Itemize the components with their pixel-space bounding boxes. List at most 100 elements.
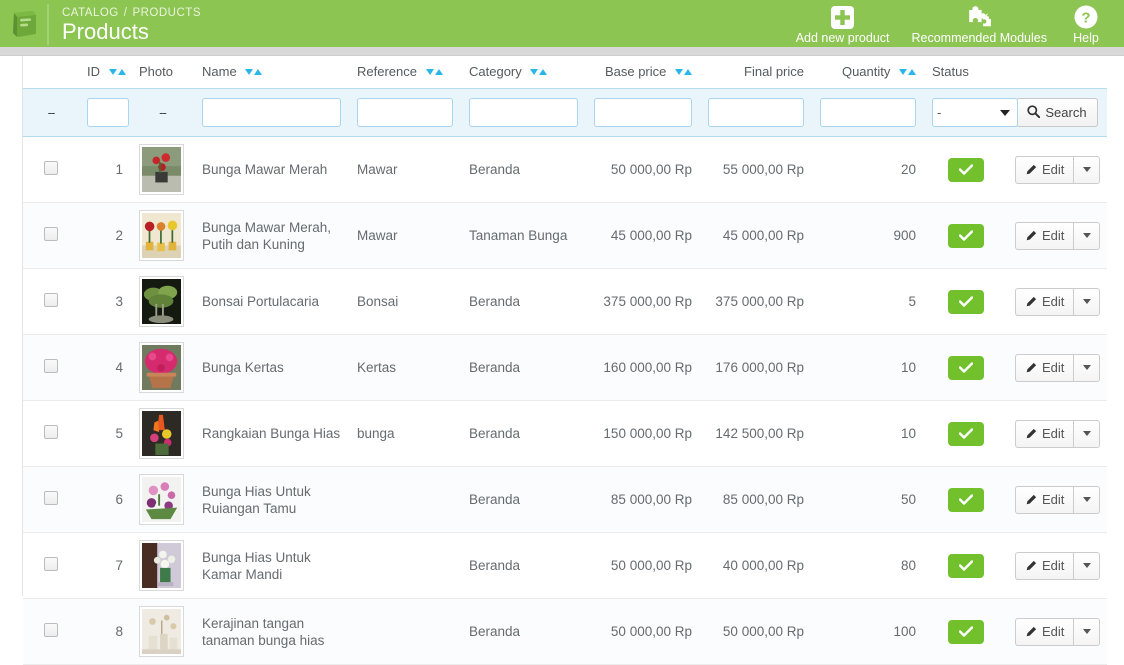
sort-desc-icon[interactable] [675,69,683,75]
row-checkbox-cell [23,598,79,665]
sort-desc-icon[interactable] [899,69,907,75]
filter-name-input[interactable] [202,98,341,127]
filter-category-input[interactable] [469,98,578,127]
row-action-group: Edit [1015,485,1101,514]
edit-button[interactable]: Edit [1015,221,1074,250]
row-checkbox[interactable] [44,293,58,307]
edit-button[interactable]: Edit [1015,155,1074,184]
sort-desc-icon[interactable] [245,69,254,75]
column-header-quantity[interactable]: Quantity [812,56,924,89]
app-logo[interactable] [0,0,47,47]
row-dropdown-button[interactable] [1073,353,1101,382]
status-badge[interactable] [947,289,984,314]
row-dropdown-button[interactable] [1073,221,1101,250]
sort-asc-icon[interactable] [539,69,548,75]
sort-controls-name[interactable] [244,63,263,78]
table-row[interactable]: 3 Bonsai Portulacaria Bonsai Beranda 375… [23,268,1107,335]
product-thumbnail[interactable] [139,606,184,657]
breadcrumb-current[interactable]: PRODUCTS [132,7,201,19]
edit-button[interactable]: Edit [1015,287,1074,316]
filter-id-input[interactable] [87,98,129,127]
sort-asc-icon[interactable] [434,69,443,75]
product-thumbnail[interactable] [139,342,184,393]
edit-button[interactable]: Edit [1015,353,1074,382]
row-checkbox[interactable] [44,227,58,241]
product-thumbnail[interactable] [139,474,184,525]
column-header-reference[interactable]: Reference [349,56,461,89]
sort-desc-icon[interactable] [530,69,539,75]
product-thumbnail[interactable] [139,408,184,459]
table-row[interactable]: 8 Kerajinan tangan tanaman bunga hias Be… [23,598,1107,665]
row-checkbox[interactable] [44,623,58,637]
edit-button[interactable]: Edit [1015,551,1074,580]
row-dropdown-button[interactable] [1073,485,1101,514]
row-dropdown-button[interactable] [1073,617,1101,646]
filter-base-price-input[interactable] [594,98,692,127]
add-new-product-button[interactable]: Add new product [785,2,901,45]
product-thumbnail[interactable] [139,210,184,261]
row-dropdown-button[interactable] [1073,419,1101,448]
status-badge[interactable] [947,487,984,512]
sort-desc-icon[interactable] [425,69,434,75]
filter-cell-checkbox: -- [23,88,79,137]
status-badge[interactable] [947,619,984,644]
table-row[interactable]: 6 Bunga Hias Untuk Ruiangan Tamu Beranda… [23,466,1107,533]
product-thumbnail[interactable] [139,276,184,327]
recommended-modules-button[interactable]: Recommended Modules [901,2,1059,45]
product-thumbnail[interactable] [139,144,184,195]
filter-status-select[interactable]: - [932,98,1018,127]
help-button[interactable]: ? Help [1058,2,1114,45]
row-reference: bunga [349,400,461,467]
status-badge[interactable] [947,355,984,380]
column-header-id[interactable]: ID [79,56,131,89]
product-thumbnail[interactable] [139,540,184,591]
edit-button[interactable]: Edit [1015,419,1074,448]
row-checkbox[interactable] [44,425,58,439]
sort-asc-icon[interactable] [117,69,126,75]
sort-asc-icon[interactable] [908,69,916,75]
row-photo-cell [131,532,194,599]
row-final-price: 45 000,00 Rp [700,202,812,269]
caret-down-icon [1082,563,1091,568]
row-action-group: Edit [1015,287,1101,316]
row-checkbox[interactable] [44,161,58,175]
sort-asc-icon[interactable] [684,69,692,75]
sort-controls-reference[interactable] [425,63,443,78]
column-header-category[interactable]: Category [461,56,586,89]
edit-button[interactable]: Edit [1015,617,1074,646]
recommended-modules-label: Recommended Modules [911,31,1048,45]
row-dropdown-button[interactable] [1073,155,1101,184]
row-status-cell [924,268,1007,335]
edit-button[interactable]: Edit [1015,485,1074,514]
column-header-name[interactable]: Name [194,56,349,89]
search-button[interactable]: Search [1016,98,1098,127]
status-badge[interactable] [947,157,984,182]
table-row[interactable]: 4 Bunga Kertas Kertas Beranda 160 000,00… [23,334,1107,401]
filter-reference-input[interactable] [357,98,453,127]
breadcrumb-parent[interactable]: CATALOG [62,7,119,19]
edit-button-label: Edit [1042,492,1065,507]
row-name: Kerajinan tangan tanaman bunga hias [194,598,349,665]
row-checkbox[interactable] [44,557,58,571]
status-badge[interactable] [947,421,984,446]
row-checkbox[interactable] [44,491,58,505]
filter-quantity-input[interactable] [820,98,916,127]
row-base-price: 50 000,00 Rp [586,532,700,599]
sort-controls-category[interactable] [529,63,548,78]
sort-controls-quantity[interactable] [898,63,916,78]
table-row[interactable]: 2 Bunga Mawar Merah, Putih dan Kuning Ma… [23,202,1107,269]
sort-asc-icon[interactable] [254,69,263,75]
sort-controls-id[interactable] [108,63,126,78]
table-row[interactable]: 7 Bunga Hias Untuk Kamar Mandi Beranda 5… [23,532,1107,599]
table-row[interactable]: 1 Bunga Mawar Merah Mawar Beranda 50 000… [23,136,1107,203]
sort-desc-icon[interactable] [108,69,117,75]
row-dropdown-button[interactable] [1073,551,1101,580]
filter-final-price-input[interactable] [708,98,804,127]
row-checkbox[interactable] [44,359,58,373]
column-header-base-price[interactable]: Base price [586,56,700,89]
table-row[interactable]: 5 Rangkaian Bunga Hias bunga Beranda 150… [23,400,1107,467]
status-badge[interactable] [947,223,984,248]
sort-controls-base-price[interactable] [674,63,692,78]
status-badge[interactable] [947,553,984,578]
row-dropdown-button[interactable] [1073,287,1101,316]
